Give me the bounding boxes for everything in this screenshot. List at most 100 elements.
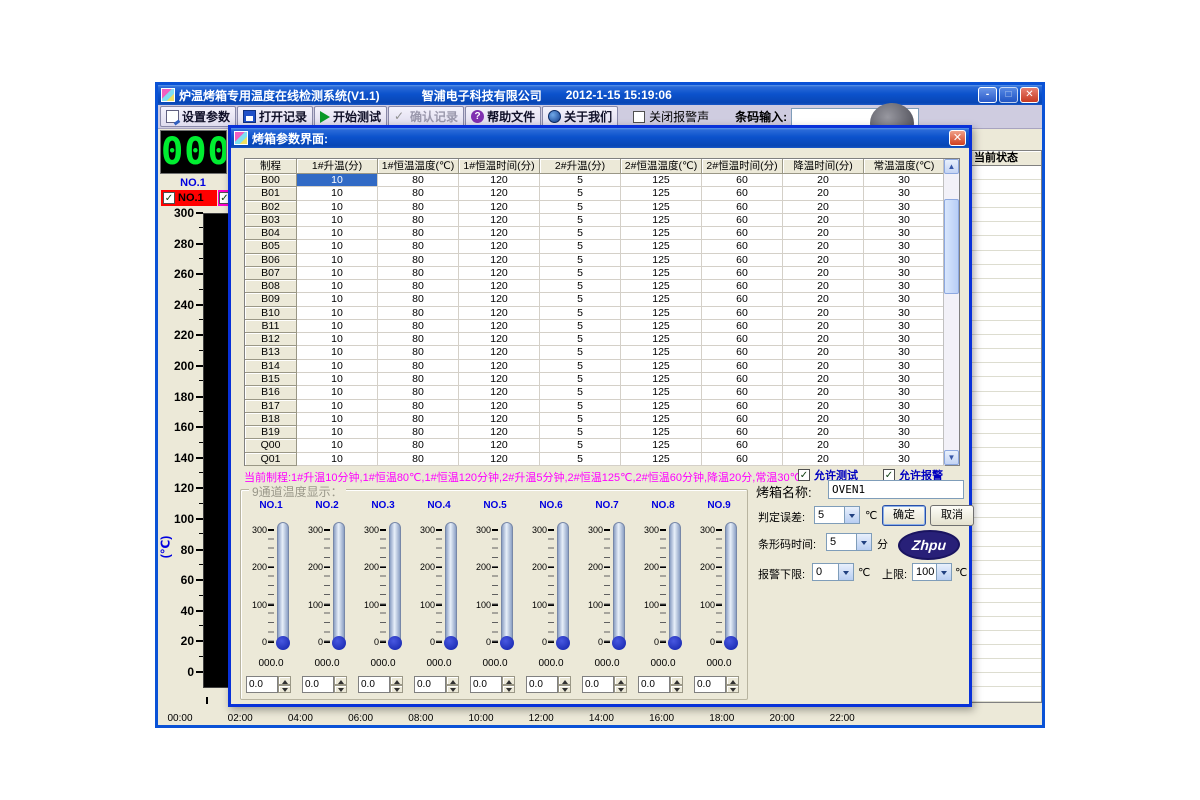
table-data-cell[interactable]: 20 [783,214,864,227]
table-data-cell[interactable]: 20 [783,453,864,466]
spinner-up-icon[interactable] [390,676,403,685]
toolbar-button-4[interactable]: ?帮助文件 [465,106,541,127]
spinner-up-icon[interactable] [726,676,739,685]
table-data-cell[interactable]: 125 [621,400,702,413]
table-row-header-cell[interactable]: B00 [245,174,297,187]
table-data-cell[interactable]: 30 [864,400,945,413]
table-data-cell[interactable]: 20 [783,267,864,280]
table-data-cell[interactable]: 5 [540,360,621,373]
table-data-cell[interactable]: 60 [702,373,783,386]
table-data-cell[interactable]: 5 [540,280,621,293]
spinner-down-icon[interactable] [558,685,571,694]
table-data-cell[interactable]: 10 [297,373,378,386]
table-data-cell[interactable]: 10 [297,187,378,200]
table-data-cell[interactable]: 60 [702,174,783,187]
table-data-cell[interactable]: 10 [297,174,378,187]
table-data-cell[interactable]: 120 [459,267,540,280]
table-data-cell[interactable]: 80 [378,254,459,267]
main-titlebar[interactable]: 炉温烤箱专用温度在线检测系统(V1.1) 智浦电子科技有限公司 2012-1-1… [158,85,1042,105]
table-row-header-cell[interactable]: B14 [245,360,297,373]
table-data-cell[interactable]: 10 [297,360,378,373]
table-data-cell[interactable]: 10 [297,439,378,452]
table-data-cell[interactable]: 80 [378,346,459,359]
table-data-cell[interactable]: 80 [378,293,459,306]
table-data-cell[interactable]: 80 [378,413,459,426]
table-data-cell[interactable]: 80 [378,373,459,386]
oven-name-input[interactable] [828,480,964,499]
table-data-cell[interactable]: 80 [378,214,459,227]
channel-1-checkbox[interactable]: ✓ NO.1 [161,190,217,206]
table-data-cell[interactable]: 125 [621,267,702,280]
table-data-cell[interactable]: 60 [702,187,783,200]
table-data-cell[interactable]: 125 [621,386,702,399]
table-data-cell[interactable]: 10 [297,400,378,413]
table-data-cell[interactable]: 20 [783,386,864,399]
table-scrollbar[interactable]: ▲ ▼ [943,159,959,465]
table-row-header-cell[interactable]: B05 [245,240,297,253]
table-header-cell[interactable]: 制程 [245,159,297,174]
alarm-high-combo[interactable]: 100 [912,563,952,581]
scroll-up-icon[interactable]: ▲ [944,159,959,174]
table-data-cell[interactable]: 10 [297,293,378,306]
table-data-cell[interactable]: 60 [702,426,783,439]
spinner-down-icon[interactable] [446,685,459,694]
table-row-header-cell[interactable]: B19 [245,426,297,439]
table-data-cell[interactable]: 5 [540,373,621,386]
barcode-time-combo[interactable]: 5 [826,533,872,551]
table-data-cell[interactable]: 80 [378,174,459,187]
table-data-cell[interactable]: 30 [864,386,945,399]
table-header-cell[interactable]: 1#升温(分) [297,159,378,174]
table-data-cell[interactable]: 10 [297,346,378,359]
thermo-spinner-input[interactable] [582,676,614,693]
toolbar-button-1[interactable]: 打开记录 [237,106,313,127]
scroll-down-icon[interactable]: ▼ [944,450,959,465]
table-data-cell[interactable]: 120 [459,333,540,346]
table-data-cell[interactable]: 20 [783,426,864,439]
table-data-cell[interactable]: 5 [540,320,621,333]
table-data-cell[interactable]: 30 [864,187,945,200]
thermo-spinner-input[interactable] [470,676,502,693]
table-data-cell[interactable]: 80 [378,453,459,466]
spinner-up-icon[interactable] [334,676,347,685]
table-data-cell[interactable]: 125 [621,214,702,227]
alarm-high-dropdown-icon[interactable] [936,564,951,580]
table-data-cell[interactable]: 125 [621,346,702,359]
table-data-cell[interactable]: 30 [864,280,945,293]
scrollbar-thumb[interactable] [944,199,959,294]
table-data-cell[interactable]: 120 [459,187,540,200]
table-data-cell[interactable]: 10 [297,333,378,346]
table-data-cell[interactable]: 5 [540,227,621,240]
maximize-icon[interactable]: □ [999,87,1018,103]
table-data-cell[interactable]: 30 [864,214,945,227]
table-data-cell[interactable]: 30 [864,267,945,280]
minimize-icon[interactable]: - [978,87,997,103]
table-data-cell[interactable]: 125 [621,187,702,200]
table-data-cell[interactable]: 125 [621,307,702,320]
table-data-cell[interactable]: 30 [864,453,945,466]
table-data-cell[interactable]: 120 [459,360,540,373]
cancel-button[interactable]: 取消 [930,505,974,526]
table-data-cell[interactable]: 10 [297,280,378,293]
table-data-cell[interactable]: 10 [297,267,378,280]
table-data-cell[interactable]: 80 [378,240,459,253]
table-data-cell[interactable]: 120 [459,320,540,333]
table-data-cell[interactable]: 10 [297,307,378,320]
spinner-up-icon[interactable] [446,676,459,685]
table-data-cell[interactable]: 5 [540,426,621,439]
table-header-cell[interactable]: 2#恒温时间(分) [702,159,783,174]
table-data-cell[interactable]: 10 [297,426,378,439]
table-data-cell[interactable]: 125 [621,280,702,293]
table-data-cell[interactable]: 20 [783,254,864,267]
table-data-cell[interactable]: 5 [540,386,621,399]
table-data-cell[interactable]: 60 [702,413,783,426]
table-header-cell[interactable]: 常温温度(℃) [864,159,945,174]
table-data-cell[interactable]: 20 [783,346,864,359]
table-data-cell[interactable]: 125 [621,293,702,306]
table-data-cell[interactable]: 30 [864,174,945,187]
table-header-cell[interactable]: 2#升温(分) [540,159,621,174]
table-data-cell[interactable]: 120 [459,373,540,386]
table-data-cell[interactable]: 120 [459,386,540,399]
table-data-cell[interactable]: 120 [459,439,540,452]
table-data-cell[interactable]: 20 [783,360,864,373]
table-data-cell[interactable]: 30 [864,201,945,214]
